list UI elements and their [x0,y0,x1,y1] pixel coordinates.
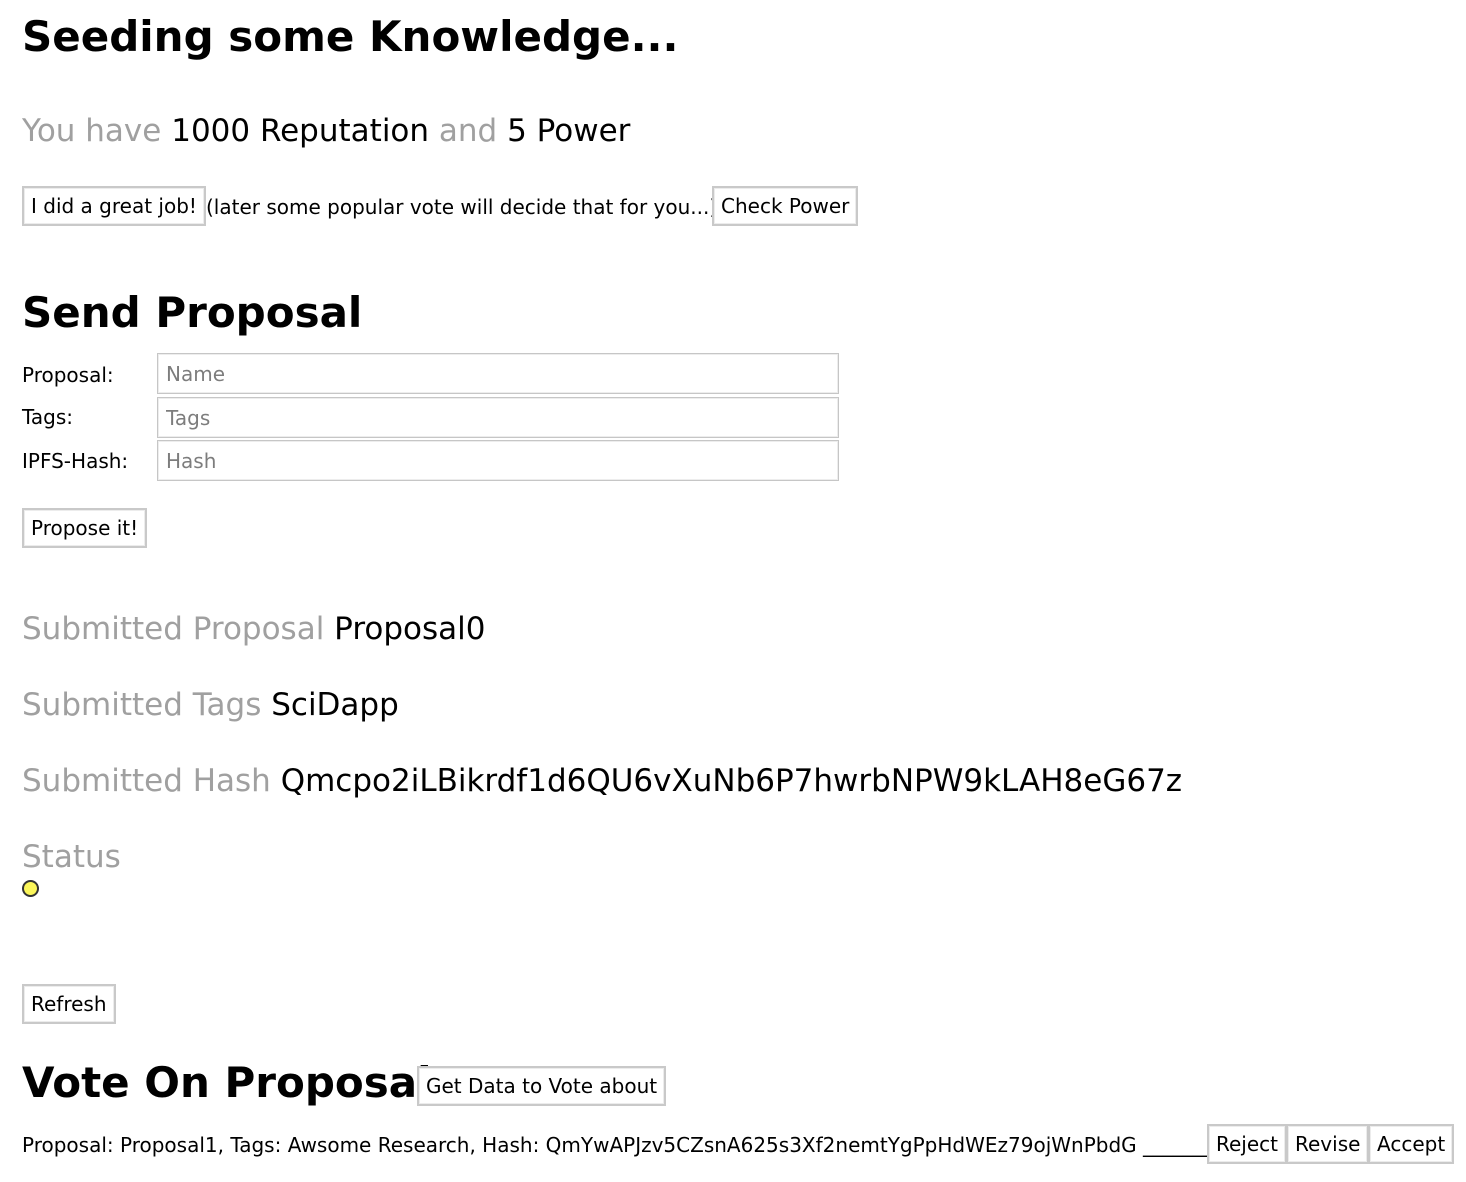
submitted-tags-line: Submitted Tags SciDapp [22,690,399,721]
submitted-proposal-label: Submitted Proposal [22,611,325,647]
proposal-field-label: Proposal: [22,363,114,387]
reputation-value: 1000 Reputation [171,113,430,149]
propose-button[interactable]: Propose it! [22,508,148,548]
submitted-tags-value: SciDapp [271,687,399,723]
tags-input[interactable] [157,397,839,438]
reject-button[interactable]: Reject [1207,1124,1288,1164]
submitted-proposal-value: Proposal0 [334,611,486,647]
vote-heading: Vote On Proposals [22,1058,457,1107]
get-data-button[interactable]: Get Data to Vote about [417,1066,667,1106]
status-indicator-dot [22,880,39,897]
ipfs-hash-input[interactable] [157,440,839,481]
power-value: 5 Power [507,113,631,149]
great-job-button[interactable]: I did a great job! [22,186,206,226]
reputation-line: You have 1000 Reputation and 5 Power [22,116,630,147]
send-proposal-heading: Send Proposal [22,288,363,337]
submitted-tags-label: Submitted Tags [22,687,262,723]
ipfs-hash-field-label: IPFS-Hash: [22,449,129,473]
check-power-button[interactable]: Check Power [712,186,859,226]
submitted-hash-value: Qmcpo2iLBikrdf1d6QU6vXuNb6P7hwrbNPW9kLAH… [280,763,1183,799]
submitted-hash-line: Submitted Hash Qmcpo2iLBikrdf1d6QU6vXuNb… [22,766,1182,797]
vote-proposal-item: Proposal: Proposal1, Tags: Awsome Resear… [22,1133,1214,1157]
you-have-label: You have [22,113,162,149]
submitted-hash-label: Submitted Hash [22,763,271,799]
accept-button[interactable]: Accept [1368,1124,1455,1164]
proposal-name-input[interactable] [157,353,839,394]
revise-button[interactable]: Revise [1286,1124,1370,1164]
and-label: and [438,113,498,149]
tags-field-label: Tags: [22,405,74,429]
popular-vote-note: (later some popular vote will decide tha… [206,195,718,219]
submitted-proposal-line: Submitted Proposal Proposal0 [22,614,485,645]
refresh-button[interactable]: Refresh [22,984,116,1024]
page-title: Seeding some Knowledge... [22,12,679,61]
status-label: Status [22,839,121,875]
